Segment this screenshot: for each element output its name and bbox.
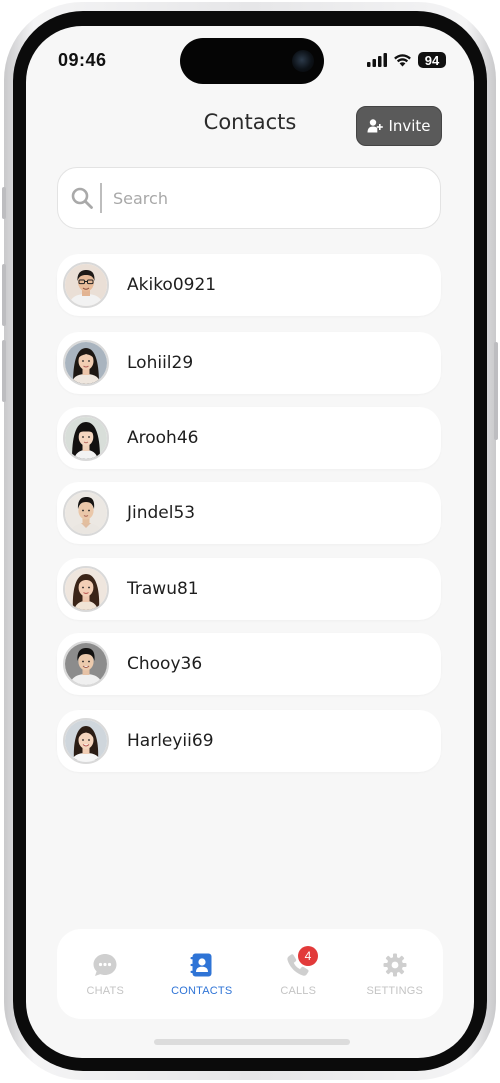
contact-name: Arooh46 [127,428,199,448]
add-person-icon [367,119,384,133]
tab-contacts-label: CONTACTS [171,984,233,997]
signal-icon [367,53,387,67]
volume-up-button [2,264,6,326]
avatar [63,641,109,687]
battery-icon: 94 [418,52,446,68]
contact-name: Akiko0921 [127,275,217,295]
invite-label: Invite [388,117,431,135]
invite-button[interactable]: Invite [356,106,442,146]
contact-book-icon [190,953,212,976]
home-indicator [154,1039,350,1045]
contact-name: Chooy36 [127,654,203,674]
calls-badge: 4 [298,946,318,966]
contact-name: Lohiil29 [127,353,194,373]
wifi-icon [394,54,411,67]
tab-chats[interactable]: CHATS [57,929,154,1019]
contact-name: Harleyii69 [127,731,214,751]
search-input[interactable] [111,187,405,209]
contact-item[interactable]: Trawu81 [57,558,441,620]
contact-name: Trawu81 [127,579,199,599]
action-button [2,187,6,219]
screen: 09:46 94 Contacts Invite Search Akiko092… [26,26,474,1058]
status-icons: 94 [367,52,446,68]
contact-name: Jindel53 [127,503,196,523]
contact-item[interactable]: Lohiil29 [57,332,441,394]
avatar [63,262,109,308]
search-icon [71,187,93,209]
tab-settings[interactable]: SETTINGS [347,929,444,1019]
power-button [494,342,498,440]
contact-item[interactable]: Arooh46 [57,407,441,469]
search-divider [100,183,102,213]
gear-icon [383,953,407,976]
contact-item[interactable]: Akiko0921 [57,254,441,316]
dynamic-island [180,38,324,84]
contact-item[interactable]: Chooy36 [57,633,441,695]
avatar [63,415,109,461]
status-time: 09:46 [58,50,107,70]
contact-item[interactable]: Harleyii69 [57,710,441,772]
volume-down-button [2,340,6,402]
avatar [63,718,109,764]
tab-contacts[interactable]: CONTACTS [154,929,251,1019]
avatar [63,490,109,536]
avatar [63,340,109,386]
bottom-tab-bar: CHATS CONTACTS 4 CALLS SETTINGS [57,929,443,1019]
tab-calls[interactable]: 4 CALLS [250,929,347,1019]
chat-bubble-icon [93,953,117,976]
tab-calls-label: CALLS [280,984,317,997]
avatar [63,566,109,612]
front-camera [292,50,314,72]
contact-item[interactable]: Jindel53 [57,482,441,544]
tab-chats-label: CHATS [86,984,124,997]
tab-settings-label: SETTINGS [366,984,424,997]
search-bar [57,167,441,229]
